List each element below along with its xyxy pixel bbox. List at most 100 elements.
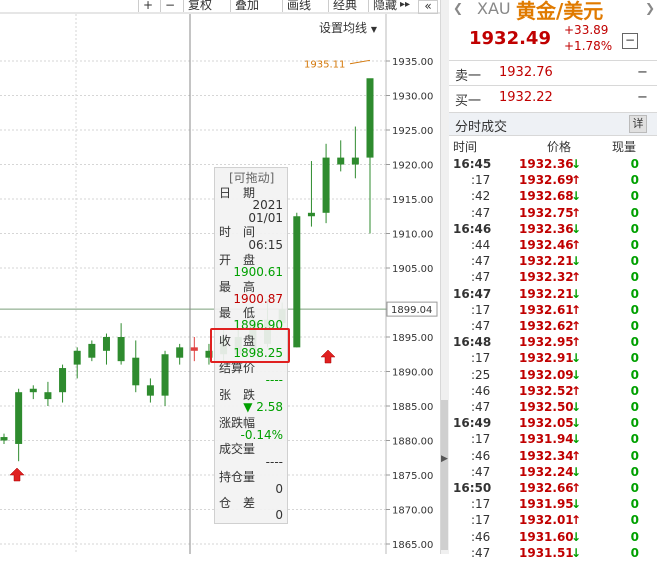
- arrow-up-icon: ↑: [571, 513, 582, 528]
- zoom-in-button[interactable]: +: [138, 0, 157, 12]
- candle-body: [73, 350, 81, 365]
- tick-volume: 0: [630, 367, 639, 382]
- tick-volume: 0: [630, 286, 639, 301]
- buy-signal-arrow-icon: [320, 349, 336, 364]
- tick-price: 1932.75: [519, 205, 574, 220]
- tick-price: 1932.21: [519, 286, 574, 301]
- tick-volume: 0: [630, 221, 639, 236]
- candle-body: [102, 337, 110, 351]
- ask-volume: −: [637, 65, 648, 80]
- y-tick-label: 1905.00: [392, 264, 433, 275]
- tick-time: :47: [471, 205, 491, 220]
- overlay-button[interactable]: 叠加: [230, 0, 263, 12]
- arrow-up-icon: ↑: [571, 383, 582, 398]
- tooltip-oi-label: 持仓量: [219, 470, 256, 484]
- tick-volume: 0: [630, 497, 639, 512]
- tick-time: 16:49: [453, 416, 492, 431]
- bid-label: 买一: [455, 94, 482, 109]
- tick-price: 1932.09: [519, 367, 574, 382]
- draw-line-button[interactable]: 画线: [282, 0, 315, 12]
- tick-volume: 0: [630, 189, 639, 204]
- tick-row: :42 1932.68 ↓ 0: [449, 188, 657, 204]
- tick-time: :17: [471, 351, 491, 366]
- splitter-thumb[interactable]: [441, 400, 448, 550]
- set-ma-label: 设置均线: [319, 21, 368, 35]
- tick-row: :46 1931.60 ↓ 0: [449, 529, 657, 545]
- tick-row: :47 1932.62 ↑ 0: [449, 318, 657, 334]
- tick-row: :25 1932.09 ↓ 0: [449, 367, 657, 383]
- ask-price: 1932.76: [499, 65, 553, 80]
- y-tick-label: 1920.00: [392, 161, 433, 172]
- hide-button[interactable]: 隐藏: [368, 0, 401, 12]
- tick-price: 1932.36: [519, 157, 574, 171]
- tick-row: :47 1931.51 ↓ 0: [449, 545, 657, 561]
- arrow-down-icon: ↓: [571, 286, 582, 301]
- tick-time: :47: [471, 464, 491, 479]
- tooltip-time-value: 06:15: [248, 238, 283, 252]
- candle-body: [307, 212, 315, 217]
- tick-time: 16:50: [453, 481, 492, 495]
- detail-button[interactable]: 详: [629, 115, 647, 133]
- tick-row: :46 1932.52 ↑ 0: [449, 383, 657, 399]
- col-header-time: 时间: [453, 140, 478, 154]
- tick-time: :25: [471, 367, 491, 382]
- tooltip-settle-value: ----: [265, 373, 283, 387]
- tick-price: 1932.66: [519, 481, 574, 495]
- tick-time: :46: [471, 529, 491, 544]
- last-price: 1932.49: [469, 28, 551, 49]
- expand-icon[interactable]: ▸▸: [400, 0, 410, 12]
- col-header-volume: 现量: [612, 140, 637, 154]
- candle-body: [29, 388, 37, 393]
- tick-row: :47 1932.21 ↓ 0: [449, 253, 657, 269]
- collapse-toggle-button[interactable]: «: [418, 0, 438, 14]
- y-tick-label: 1875.00: [392, 471, 433, 482]
- arrow-up-icon: ↑: [571, 448, 582, 463]
- tick-time: :17: [471, 173, 491, 188]
- tick-volume: 0: [630, 481, 639, 495]
- zoom-out-button[interactable]: −: [160, 0, 179, 12]
- arrow-up-icon: ↑: [571, 302, 582, 317]
- candle-body: [0, 437, 8, 441]
- tick-time: :17: [471, 432, 491, 447]
- next-symbol-icon[interactable]: ❯: [645, 1, 655, 15]
- splitter-arrow-icon[interactable]: ▶: [441, 452, 448, 466]
- set-ma-menu[interactable]: 设置均线 ▼: [319, 19, 377, 36]
- col-header-price: 价格: [547, 140, 572, 154]
- candle-body: [351, 157, 359, 165]
- tick-volume: 0: [630, 545, 639, 560]
- tick-price: 1932.68: [519, 189, 574, 204]
- arrow-down-icon: ↓: [571, 189, 582, 204]
- kline-chart[interactable]: 1935.00 1930.00 1925.00 1920.00 1915.00 1910.…: [0, 0, 440, 554]
- tick-price: 1932.95: [519, 335, 574, 350]
- tick-time: :47: [471, 545, 491, 560]
- tick-time: :47: [471, 254, 491, 269]
- candle-body: [176, 347, 184, 358]
- y-tick-label: 1910.00: [392, 230, 433, 241]
- classic-button[interactable]: 经典: [328, 0, 361, 12]
- bid-price: 1932.22: [499, 90, 553, 105]
- tick-volume: 0: [630, 302, 639, 317]
- prev-symbol-icon[interactable]: ❮: [453, 1, 463, 15]
- arrow-up-icon: ↑: [571, 481, 582, 495]
- tick-section-title: 分时成交: [455, 120, 508, 135]
- tick-time: :47: [471, 270, 491, 285]
- tick-volume: 0: [630, 432, 639, 447]
- candle-body: [88, 343, 96, 358]
- tick-row: :47 1932.32 ↑ 0: [449, 269, 657, 285]
- tooltip-diff-value: 0: [275, 508, 283, 522]
- arrow-up-icon: ↑: [571, 319, 582, 333]
- tick-time: :44: [471, 238, 491, 252]
- arrow-down-icon: ↓: [571, 400, 582, 414]
- tick-price: 1932.52: [519, 383, 574, 398]
- arrow-up-icon: ↑: [571, 205, 582, 220]
- candle-body: [190, 347, 198, 351]
- candle-body: [161, 354, 169, 396]
- fuquan-button[interactable]: 复权: [183, 0, 216, 12]
- arrow-down-icon: ↓: [571, 497, 582, 512]
- dropdown-arrow-icon: ▼: [370, 25, 377, 34]
- divider: [449, 60, 657, 61]
- quote-panel: ❮ XAU 黄金/美元 ❯ 1932.49 +33.89 +1.78% − 卖一…: [449, 0, 657, 560]
- y-tick-label: 1865.00: [392, 540, 433, 551]
- collapse-quote-button[interactable]: −: [622, 33, 638, 49]
- tick-volume: 0: [630, 383, 639, 398]
